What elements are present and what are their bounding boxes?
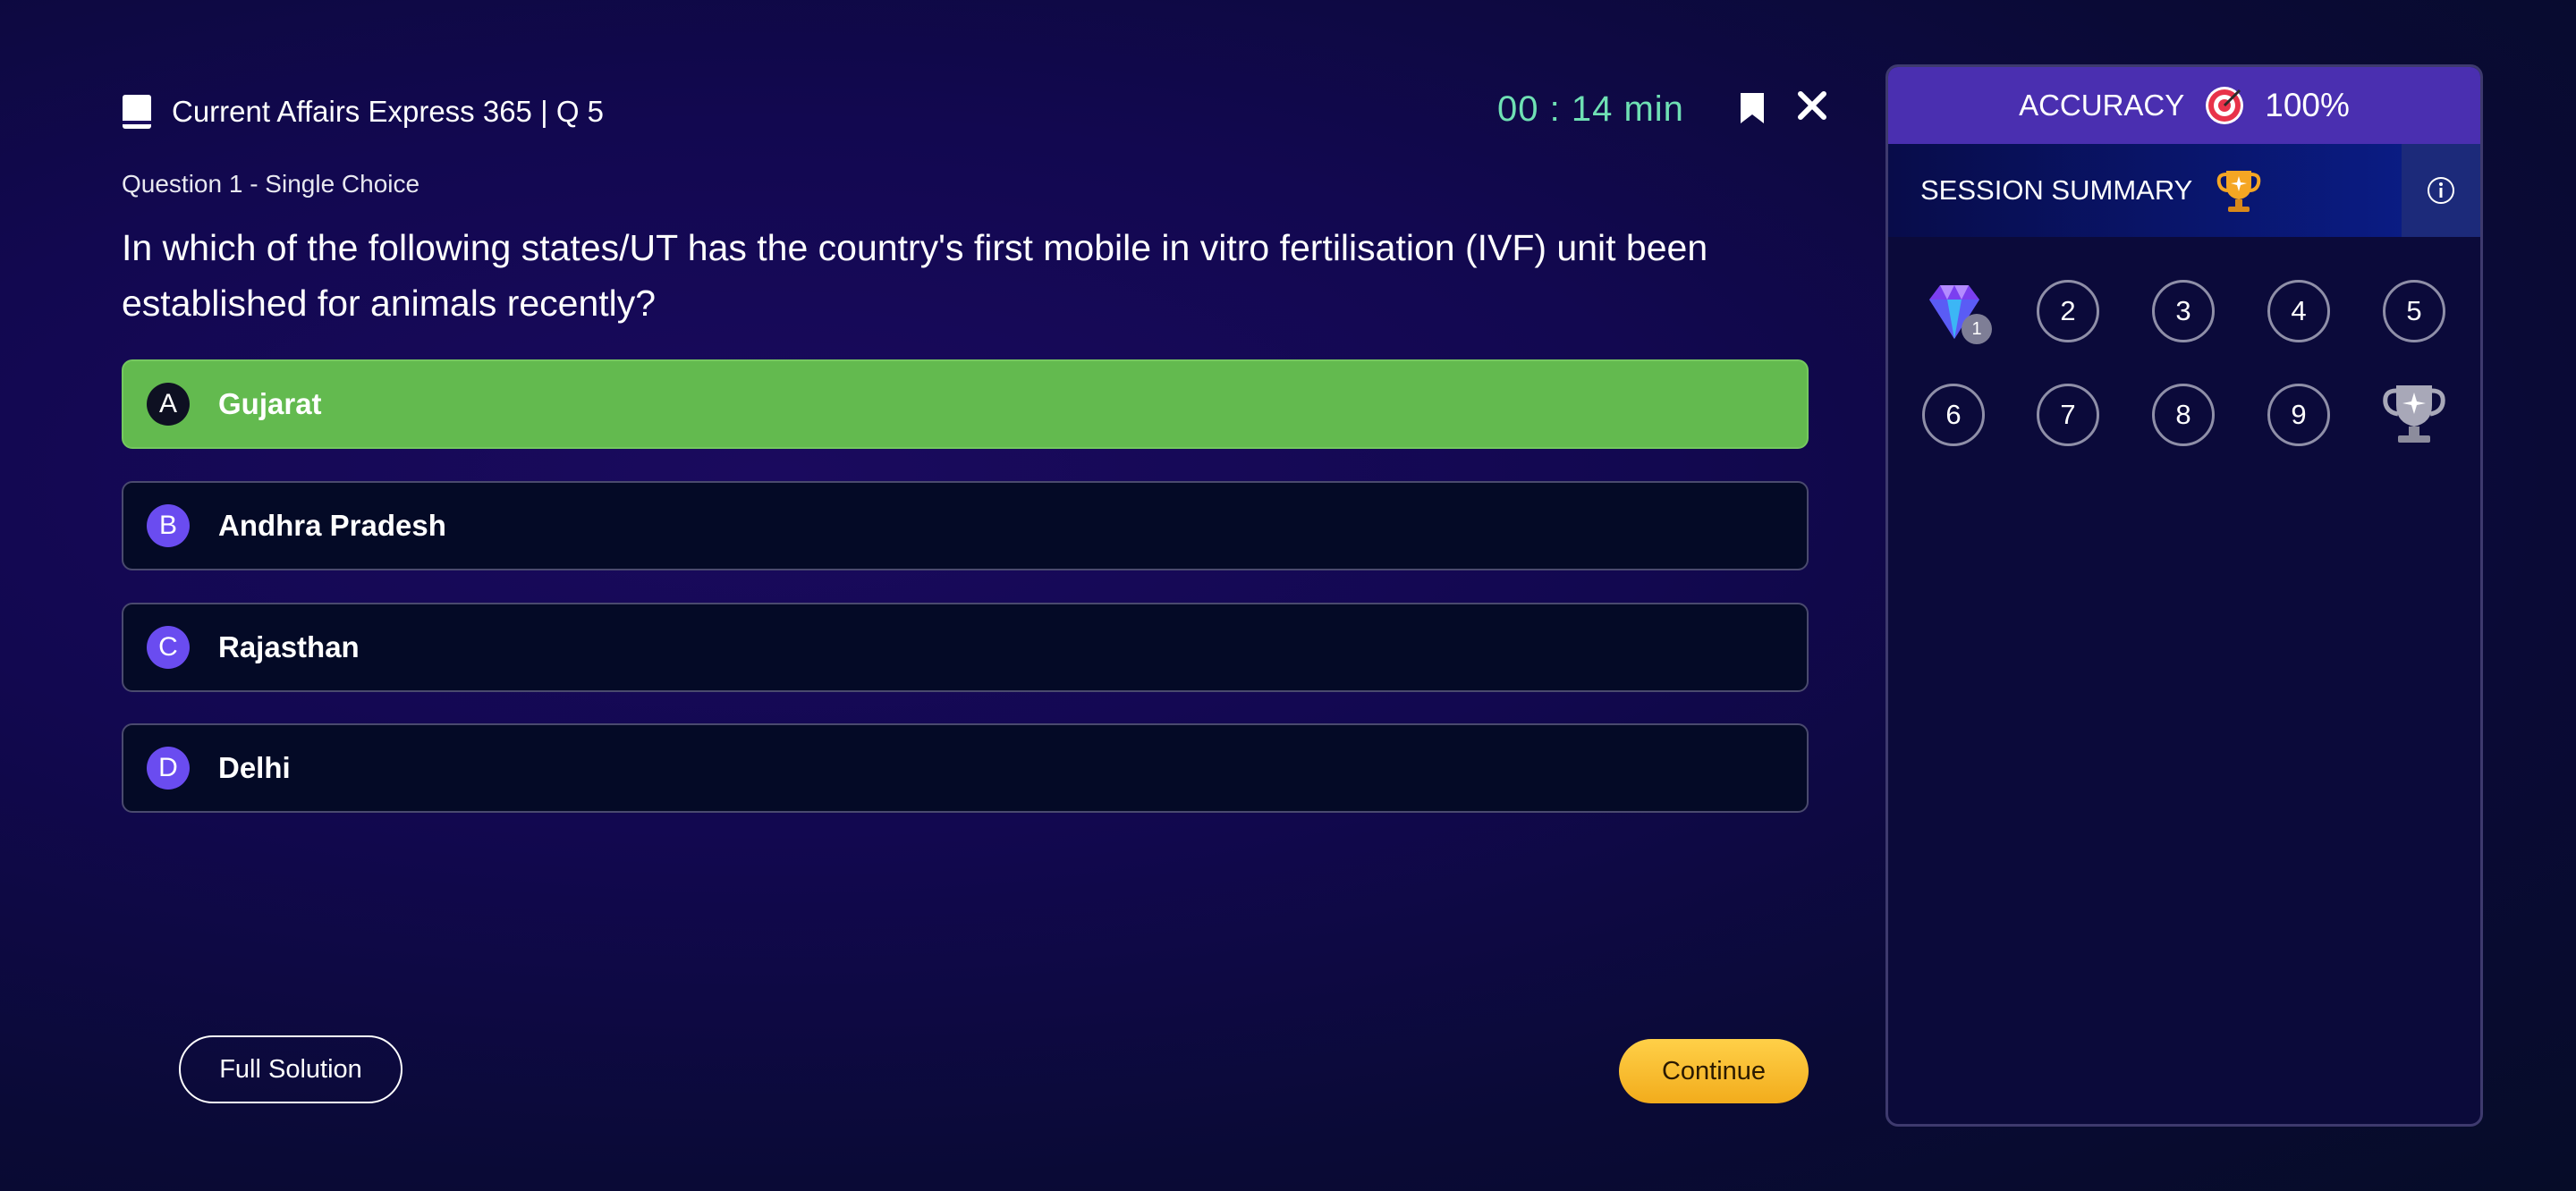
question-cell-5[interactable]: 5 xyxy=(2383,280,2445,342)
option-text: Andhra Pradesh xyxy=(218,509,446,542)
session-panel: ACCURACY 100% SESSION SUMMARY 1 2 3 4 5 … xyxy=(1885,64,2483,1127)
gem-icon[interactable]: 1 xyxy=(1922,280,1994,351)
accuracy-value: 100% xyxy=(2265,87,2350,123)
gem-badge: 1 xyxy=(1962,314,1992,344)
question-cell-7[interactable]: 7 xyxy=(2037,384,2099,446)
question-cell-6[interactable]: 6 xyxy=(1922,384,1985,446)
trophy-icon xyxy=(2214,165,2264,215)
option-text: Rajasthan xyxy=(218,630,360,663)
option-letter: A xyxy=(147,383,190,426)
question-cell-4[interactable]: 4 xyxy=(2267,280,2330,342)
accuracy-label: ACCURACY xyxy=(2019,89,2185,122)
question-cell-9[interactable]: 9 xyxy=(2267,384,2330,446)
quiz-header: Current Affairs Express 365 | Q 5 xyxy=(122,89,604,134)
full-solution-button[interactable]: Full Solution xyxy=(179,1035,402,1103)
question-cell-8[interactable]: 8 xyxy=(2152,384,2215,446)
question-label: Question 1 - Single Choice xyxy=(122,170,420,198)
option-letter: C xyxy=(147,626,190,669)
option-letter: B xyxy=(147,504,190,547)
option-b[interactable]: B Andhra Pradesh xyxy=(122,481,1809,570)
quiz-title: Current Affairs Express 365 | Q 5 xyxy=(172,95,605,128)
info-icon[interactable] xyxy=(2402,144,2480,237)
question-text: In which of the following states/UT has … xyxy=(122,227,1708,324)
option-letter: D xyxy=(147,747,190,790)
option-a[interactable]: A Gujarat xyxy=(122,359,1809,449)
option-d[interactable]: D Delhi xyxy=(122,723,1809,813)
option-c[interactable]: C Rajasthan xyxy=(122,603,1809,692)
question-cell-3[interactable]: 3 xyxy=(2152,280,2215,342)
option-text: Gujarat xyxy=(218,387,322,420)
bookmark-icon[interactable] xyxy=(1739,91,1767,127)
continue-button[interactable]: Continue xyxy=(1619,1039,1809,1103)
question-cell-2[interactable]: 2 xyxy=(2037,280,2099,342)
accuracy-bar: ACCURACY 100% xyxy=(1888,67,2480,144)
option-text: Delhi xyxy=(218,751,291,784)
summary-bar: SESSION SUMMARY xyxy=(1888,144,2480,237)
timer: 00 : 14 min xyxy=(1497,89,1684,129)
summary-label: SESSION SUMMARY xyxy=(1920,174,2193,206)
target-icon xyxy=(2204,85,2245,126)
book-icon xyxy=(122,94,154,130)
silver-trophy-icon[interactable] xyxy=(2378,378,2450,450)
close-icon[interactable] xyxy=(1796,89,1832,129)
